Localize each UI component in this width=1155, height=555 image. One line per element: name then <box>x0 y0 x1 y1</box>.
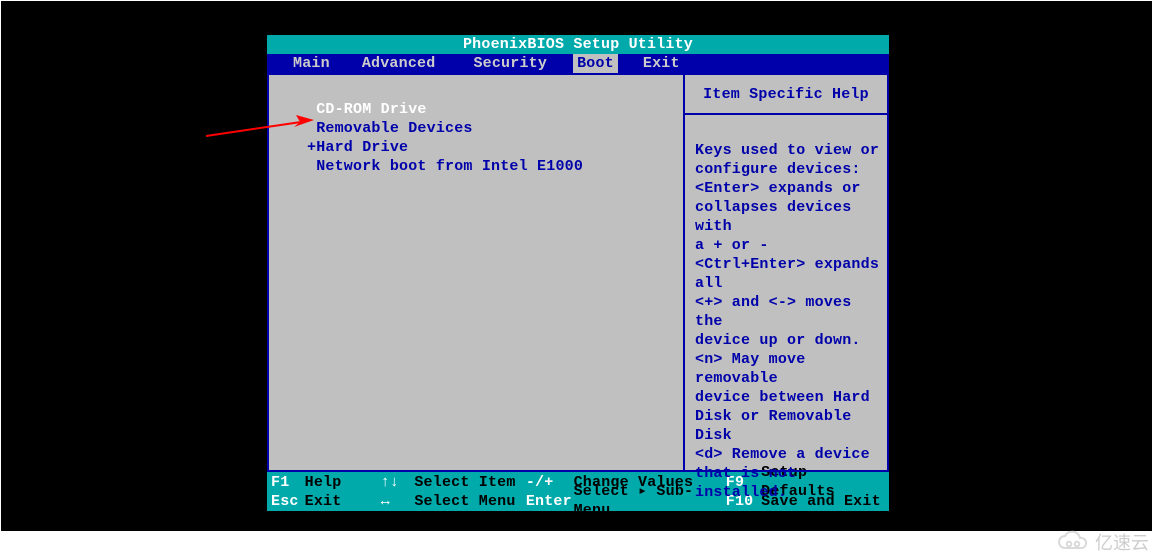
menu-item-boot[interactable]: Boot <box>573 54 618 73</box>
bios-window: PhoenixBIOS Setup Utility Main Advanced Se… <box>267 35 889 511</box>
help-line: device up or down. <box>695 331 881 350</box>
boot-item-label: CD-ROM Drive <box>316 101 426 118</box>
panels: CD-ROM Drive Removable Devices+Hard Driv… <box>267 73 889 472</box>
boot-order-panel[interactable]: CD-ROM Drive Removable Devices+Hard Driv… <box>267 73 685 472</box>
footer-label: Select Item <box>414 473 525 492</box>
help-line: that is not installed. <box>695 464 881 502</box>
boot-item[interactable]: +Hard Drive <box>307 138 683 157</box>
help-line: <+> and <-> moves the <box>695 293 881 331</box>
title-bar: PhoenixBIOS Setup Utility <box>267 35 889 54</box>
help-line: <Ctrl+Enter> expands <box>695 255 881 274</box>
help-line: <d> Remove a device <box>695 445 881 464</box>
boot-item-prefix: + <box>307 139 316 156</box>
boot-item-label: Network boot from Intel E1000 <box>316 158 583 175</box>
cloud-icon <box>1055 530 1089 554</box>
boot-item[interactable]: Network boot from Intel E1000 <box>307 157 683 176</box>
menu-item-advanced[interactable]: Advanced <box>358 54 440 73</box>
help-line: device between Hard <box>695 388 881 407</box>
help-panel: Item Specific Help Keys used to view orc… <box>685 73 889 472</box>
help-line: <n> May move removable <box>695 350 881 388</box>
help-line: collapses devices with <box>695 198 881 236</box>
footer-key: Esc <box>271 492 305 511</box>
footer-label: Select Menu <box>414 492 525 511</box>
watermark: 亿速云 <box>1055 529 1149 555</box>
boot-item-label: Hard Drive <box>316 139 408 156</box>
help-line: Keys used to view or <box>695 141 881 160</box>
boot-item[interactable]: CD-ROM Drive <box>307 100 683 119</box>
help-line: Disk or Removable Disk <box>695 407 881 445</box>
footer-key: Enter <box>526 492 574 511</box>
boot-item[interactable]: Removable Devices <box>307 119 683 138</box>
boot-order-list[interactable]: CD-ROM Drive Removable Devices+Hard Driv… <box>269 75 683 176</box>
help-line: all <box>695 274 881 293</box>
help-body: Keys used to view orconfigure devices:<E… <box>685 115 887 502</box>
boot-item-prefix <box>307 120 316 137</box>
footer-label: Help <box>305 473 381 492</box>
boot-item-prefix <box>307 101 316 118</box>
help-line: <Enter> expands or <box>695 179 881 198</box>
footer-key: -/+ <box>526 473 574 492</box>
footer-key: ↔ <box>381 492 415 511</box>
boot-item-label: Removable Devices <box>316 120 472 137</box>
menu-item-security[interactable]: Security <box>469 54 551 73</box>
help-heading: Item Specific Help <box>685 75 887 115</box>
menu-bar[interactable]: Main Advanced Security Boot Exit <box>267 54 889 73</box>
footer-label: Exit <box>305 492 381 511</box>
menu-item-main[interactable]: Main <box>289 54 334 73</box>
footer-key: ↑↓ <box>381 473 415 492</box>
watermark-text: 亿速云 <box>1095 529 1149 555</box>
menu-item-exit[interactable]: Exit <box>639 54 684 73</box>
boot-item-prefix <box>307 158 316 175</box>
help-line: a + or - <box>695 236 881 255</box>
help-line: configure devices: <box>695 160 881 179</box>
footer-key: F1 <box>271 473 305 492</box>
title-text: PhoenixBIOS Setup Utility <box>463 36 693 53</box>
